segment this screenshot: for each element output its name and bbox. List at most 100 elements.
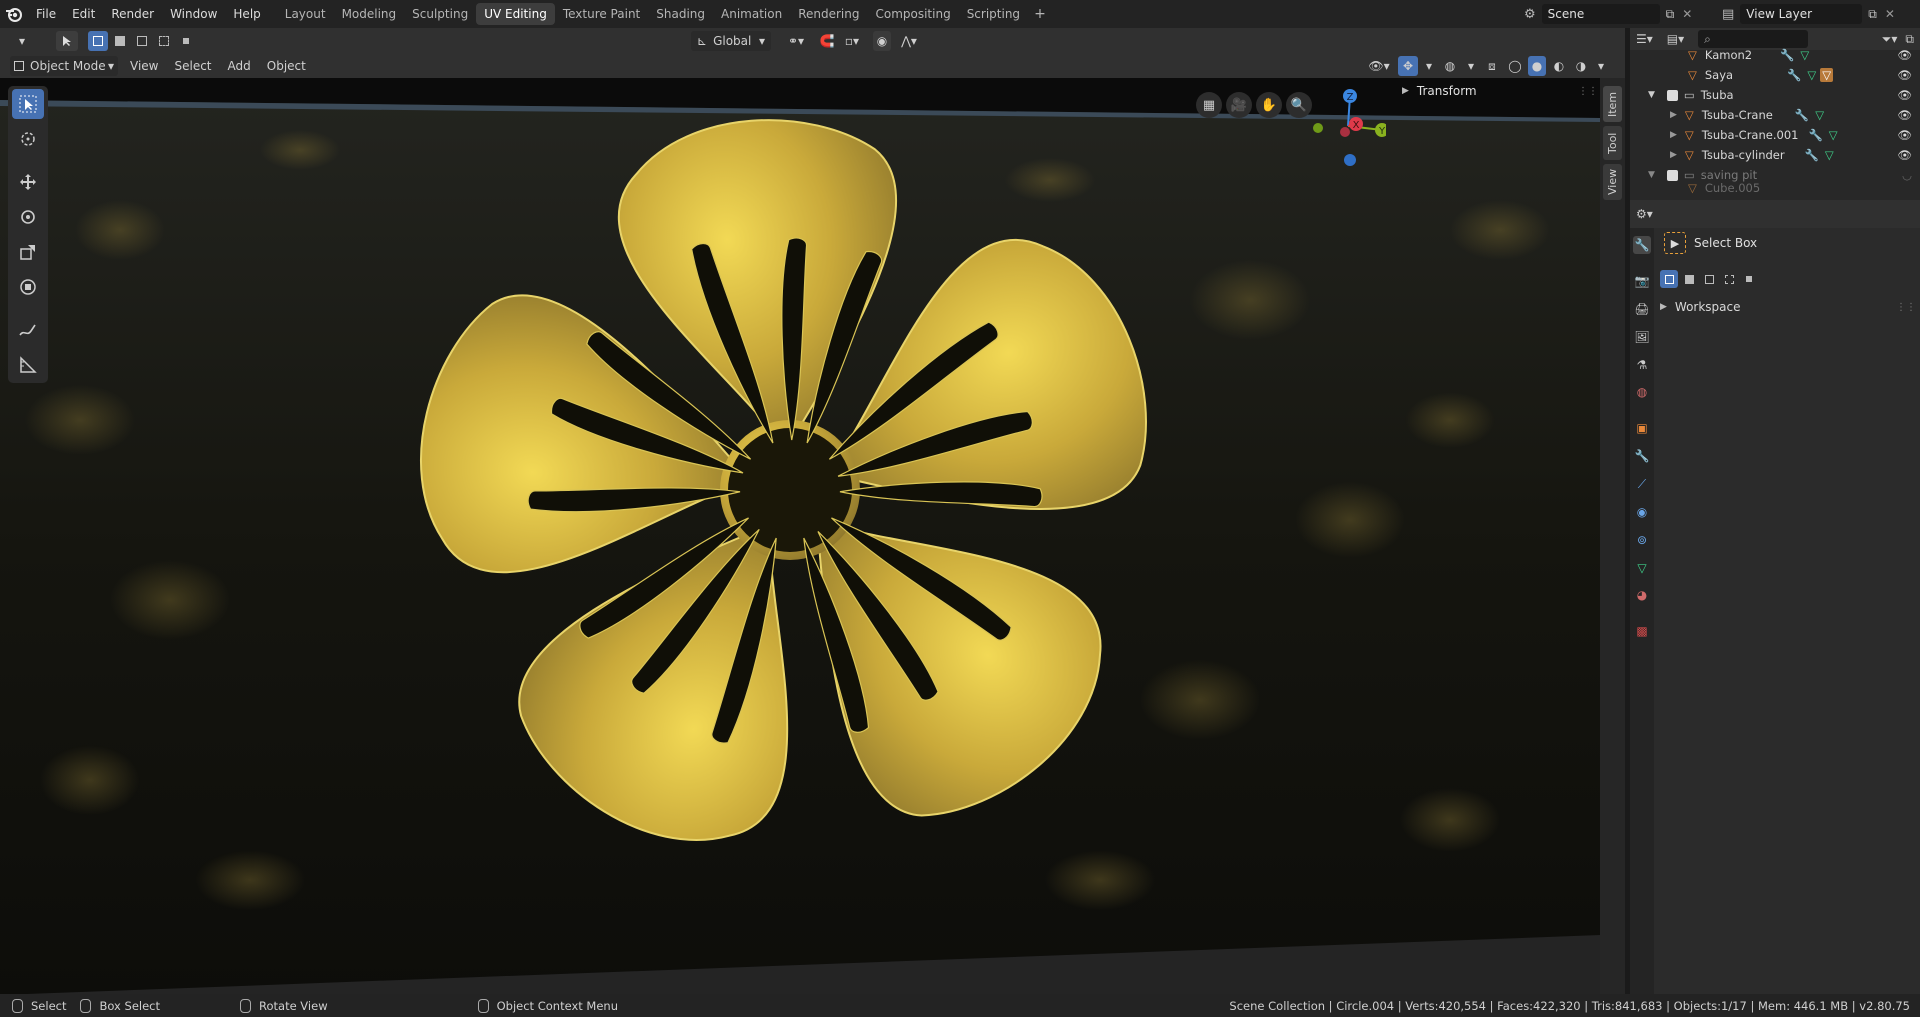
delete-scene-icon[interactable]: ✕ bbox=[1682, 7, 1692, 21]
tab-texture-paint[interactable]: Texture Paint bbox=[555, 3, 648, 25]
3d-viewport[interactable] bbox=[0, 78, 1600, 994]
outliner-row-tsuba[interactable]: ▼ ▭ Tsuba 👁 bbox=[1630, 85, 1920, 105]
transform-tool-icon[interactable] bbox=[12, 272, 44, 302]
pan-view-icon[interactable]: ✋ bbox=[1256, 92, 1282, 118]
wireframe-shading-icon[interactable]: ◯ bbox=[1506, 56, 1524, 76]
mode-subtract-icon[interactable] bbox=[132, 31, 152, 51]
hidden-eye-icon[interactable]: ◡ bbox=[1902, 168, 1912, 182]
visibility-icon[interactable]: 👁▾ bbox=[1364, 56, 1394, 76]
outliner-row-saya[interactable]: ▽ Saya 🔧 ▽ ▽ 👁 bbox=[1630, 65, 1920, 85]
render-properties-icon[interactable]: 📷 bbox=[1633, 272, 1651, 290]
orientation-dropdown[interactable]: ⊾ Global ▾ bbox=[691, 31, 771, 51]
checkbox-icon[interactable] bbox=[1666, 89, 1678, 101]
neg-y-axis-icon[interactable] bbox=[1313, 123, 1323, 133]
drag-handle-icon[interactable]: ⋮⋮ bbox=[1896, 302, 1916, 313]
transform-panel-header[interactable]: ▶ Transform ⋮⋮ bbox=[1402, 80, 1598, 102]
tab-sculpting[interactable]: Sculpting bbox=[404, 3, 476, 25]
modifier-properties-icon[interactable]: 🔧 bbox=[1633, 447, 1651, 465]
scene-properties-icon[interactable]: ⚗ bbox=[1633, 356, 1651, 374]
workspace-panel-header[interactable]: ▶ Workspace ⋮⋮ bbox=[1660, 300, 1916, 314]
tab-tool[interactable]: Tool bbox=[1603, 126, 1622, 160]
mode-difference-icon[interactable] bbox=[1720, 270, 1738, 288]
overlay-toggle-icon[interactable]: ◍ bbox=[1440, 56, 1460, 76]
solid-shading-icon[interactable]: ● bbox=[1528, 56, 1546, 76]
data-properties-icon[interactable]: ▽ bbox=[1633, 559, 1651, 577]
outliner-row-tsuba-crane-001[interactable]: ▶ ▽ Tsuba-Crane.001 🔧 ▽ 👁 bbox=[1630, 125, 1920, 145]
physics-properties-icon[interactable]: ◉ bbox=[1633, 503, 1651, 521]
menu-object[interactable]: Object bbox=[267, 59, 306, 73]
material-shading-icon[interactable]: ◐ bbox=[1550, 56, 1568, 76]
view-layer-icon[interactable]: ▤ bbox=[1722, 7, 1734, 22]
visibility-eye-icon[interactable]: 👁 bbox=[1897, 148, 1912, 162]
expand-arrow-icon[interactable]: ▶ bbox=[1670, 130, 1677, 140]
checkbox-icon[interactable] bbox=[1666, 169, 1678, 181]
mode-dropdown[interactable]: Object Mode ▾ bbox=[10, 56, 118, 76]
neg-z-axis-icon[interactable] bbox=[1344, 154, 1356, 166]
tab-compositing[interactable]: Compositing bbox=[867, 3, 958, 25]
xray-toggle-icon[interactable]: ⧈ bbox=[1482, 56, 1502, 76]
expand-arrow-icon[interactable]: ▶ bbox=[1670, 110, 1677, 120]
menu-select[interactable]: Select bbox=[174, 59, 211, 73]
outliner-row-tsuba-cylinder[interactable]: ▶ ▽ Tsuba-cylinder 🔧 ▽ 👁 bbox=[1630, 145, 1920, 165]
snap-toggle-icon[interactable]: 🧲 bbox=[817, 31, 837, 51]
chevron-down-icon[interactable]: ▾ bbox=[1422, 56, 1436, 76]
menu-window[interactable]: Window bbox=[162, 0, 225, 28]
scene-icon[interactable]: ⚙ bbox=[1524, 7, 1536, 22]
grid-view-icon[interactable]: ▦ bbox=[1196, 92, 1222, 118]
tab-scripting[interactable]: Scripting bbox=[959, 3, 1028, 25]
drag-handle-icon[interactable]: ⋮⋮ bbox=[1578, 86, 1598, 97]
mode-new-icon[interactable] bbox=[1660, 270, 1678, 288]
particles-properties-icon[interactable]: ⟋ bbox=[1633, 475, 1651, 493]
tab-animation[interactable]: Animation bbox=[713, 3, 790, 25]
collapse-arrow-icon[interactable]: ▼ bbox=[1648, 170, 1655, 180]
gizmo-toggle-icon[interactable]: ✥ bbox=[1398, 56, 1418, 76]
visibility-eye-icon[interactable]: 👁 bbox=[1897, 128, 1912, 142]
editor-type-icon[interactable]: ▾ bbox=[6, 31, 38, 51]
snap-target-icon[interactable]: ▫▾ bbox=[837, 31, 867, 51]
neg-x-axis-icon[interactable] bbox=[1340, 127, 1350, 137]
menu-file[interactable]: File bbox=[28, 0, 64, 28]
mode-extend-icon[interactable] bbox=[1680, 270, 1698, 288]
scene-field[interactable]: Scene bbox=[1541, 4, 1660, 24]
chevron-down-icon[interactable]: ▾ bbox=[1464, 56, 1478, 76]
blender-logo-icon[interactable] bbox=[0, 0, 28, 28]
navigation-gizmo[interactable]: Z Y X bbox=[1306, 84, 1386, 174]
chevron-down-icon[interactable]: ▾ bbox=[1594, 56, 1608, 76]
tool-properties-icon[interactable]: 🔧 bbox=[1633, 236, 1651, 254]
tab-item[interactable]: Item bbox=[1603, 86, 1622, 122]
view-layer-field[interactable]: View Layer bbox=[1740, 4, 1863, 24]
proportional-falloff-icon[interactable]: ⋀▾ bbox=[895, 31, 923, 51]
outliner-row-kamon2[interactable]: ▽ Kamon2 🔧 ▽ 👁 bbox=[1630, 45, 1920, 65]
camera-view-icon[interactable]: 🎥 bbox=[1226, 92, 1252, 118]
display-mode-icon[interactable]: ▤▾ bbox=[1667, 32, 1684, 46]
mode-intersect-icon[interactable] bbox=[1740, 270, 1758, 288]
menu-render[interactable]: Render bbox=[103, 0, 162, 28]
mode-difference-icon[interactable] bbox=[154, 31, 174, 51]
view-layer-properties-icon[interactable]: 🖼 bbox=[1633, 328, 1651, 346]
texture-properties-icon[interactable]: ▩ bbox=[1633, 622, 1651, 640]
material-properties-icon[interactable]: ◕ bbox=[1633, 586, 1651, 604]
menu-edit[interactable]: Edit bbox=[64, 0, 103, 28]
select-box-tool-icon[interactable] bbox=[12, 89, 44, 119]
object-properties-icon[interactable]: ▣ bbox=[1633, 419, 1651, 437]
delete-view-layer-icon[interactable]: ✕ bbox=[1885, 7, 1895, 21]
rendered-shading-icon[interactable]: ◑ bbox=[1572, 56, 1590, 76]
visibility-eye-icon[interactable]: 👁 bbox=[1897, 108, 1912, 122]
mode-subtract-icon[interactable] bbox=[1700, 270, 1718, 288]
pivot-point-icon[interactable]: ⚭▾ bbox=[779, 31, 813, 51]
output-properties-icon[interactable]: 🖨 bbox=[1633, 300, 1651, 318]
collapse-arrow-icon[interactable]: ▼ bbox=[1648, 90, 1655, 100]
active-tool-icon[interactable] bbox=[56, 31, 78, 51]
tab-uv-editing[interactable]: UV Editing bbox=[476, 3, 555, 25]
visibility-eye-icon[interactable]: 👁 bbox=[1897, 68, 1912, 82]
tab-shading[interactable]: Shading bbox=[648, 3, 713, 25]
menu-help[interactable]: Help bbox=[225, 0, 268, 28]
constraint-properties-icon[interactable]: ⊚ bbox=[1633, 531, 1651, 549]
outliner-row-tsuba-crane[interactable]: ▶ ▽ Tsuba-Crane 🔧 ▽ 👁 bbox=[1630, 105, 1920, 125]
visibility-eye-icon[interactable]: 👁 bbox=[1897, 48, 1912, 62]
scale-tool-icon[interactable] bbox=[12, 237, 44, 267]
measure-tool-icon[interactable] bbox=[12, 350, 44, 380]
outliner-row-cube-005[interactable]: ▽ Cube.005 bbox=[1630, 182, 1920, 194]
editor-type-icon[interactable]: ☰▾ bbox=[1636, 32, 1653, 46]
tab-rendering[interactable]: Rendering bbox=[790, 3, 867, 25]
